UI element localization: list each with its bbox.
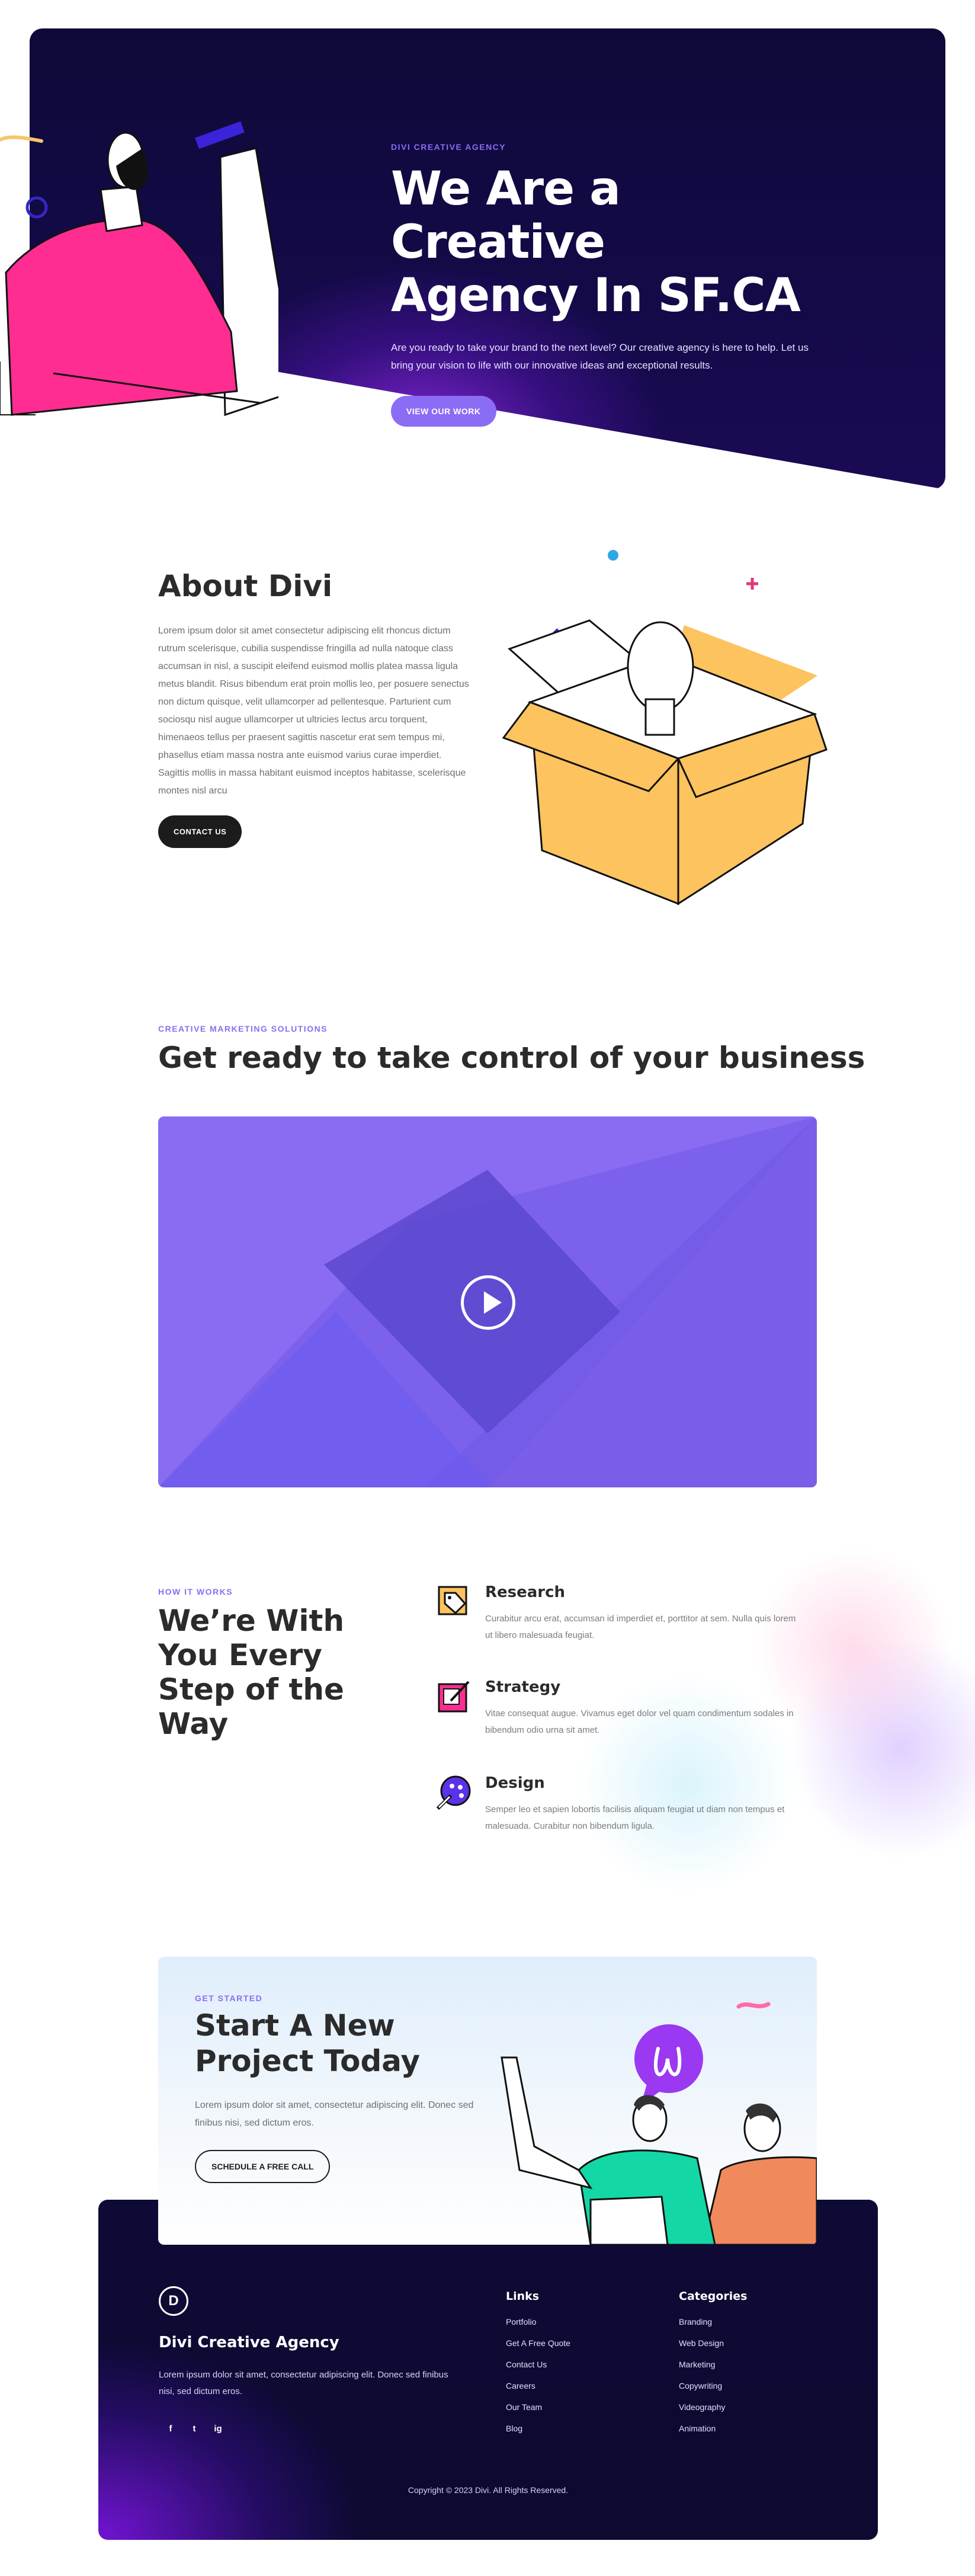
social-links: f t ig xyxy=(159,2417,230,2440)
footer-category-web-design[interactable]: Web Design xyxy=(679,2332,747,2354)
palette-icon xyxy=(436,1775,471,1810)
how-it-works-eyebrow: HOW IT WORKS xyxy=(158,1587,233,1596)
footer-links-title: Links xyxy=(506,2290,540,2303)
footer-category-animation[interactable]: Animation xyxy=(679,2418,747,2439)
hero-content: DIVI CREATIVE AGENCY We Are a Creative A… xyxy=(391,142,841,427)
facebook-icon[interactable]: f xyxy=(159,2417,182,2440)
footer-category-marketing[interactable]: Marketing xyxy=(679,2354,747,2375)
hero-eyebrow: DIVI CREATIVE AGENCY xyxy=(391,142,506,152)
schedule-call-button[interactable]: SCHEDULE A FREE CALL xyxy=(195,2150,331,2183)
cta-title-line1: Start A New xyxy=(195,2008,395,2043)
footer-links-column: Links Portfolio Get A Free Quote Contact… xyxy=(506,2290,570,2439)
footer-description: Lorem ipsum dolor sit amet, consectetur … xyxy=(159,2370,448,2396)
play-button[interactable] xyxy=(461,1275,515,1330)
hero-title-line2: Agency In SF.CA xyxy=(391,269,801,322)
cta-section: GET STARTED Start A New Project Today Lo… xyxy=(158,1957,817,2245)
footer-link-get-a-free-quote[interactable]: Get A Free Quote xyxy=(506,2332,570,2354)
checkbox-icon xyxy=(438,1681,470,1713)
footer-category-videography[interactable]: Videography xyxy=(679,2396,747,2418)
hero-description: Are you ready to take your brand to the … xyxy=(391,342,809,371)
footer-brand-name: Divi Creative Agency xyxy=(159,2334,339,2351)
marketing-eyebrow: CREATIVE MARKETING SOLUTIONS xyxy=(158,1024,328,1033)
hero-illustration xyxy=(0,121,278,417)
step-text: Curabitur arcu erat, accumsan id imperdi… xyxy=(485,1614,796,1640)
footer-link-contact-us[interactable]: Contact Us xyxy=(506,2354,570,2375)
about-section: About Divi Lorem ipsum dolor sit amet co… xyxy=(158,569,472,848)
cta-eyebrow: GET STARTED xyxy=(195,1993,263,2003)
footer-link-portfolio[interactable]: Portfolio xyxy=(506,2311,570,2332)
about-body: Lorem ipsum dolor sit amet consectetur a… xyxy=(158,626,469,796)
step-text: Vitae consequat augue. Vivamus eget dolo… xyxy=(485,1708,794,1735)
step-title: Strategy xyxy=(485,1678,561,1696)
footer-categories-column: Categories Branding Web Design Marketing… xyxy=(679,2290,747,2439)
cta-content: GET STARTED Start A New Project Today Lo… xyxy=(195,1993,503,2183)
footer-category-branding[interactable]: Branding xyxy=(679,2311,747,2332)
cta-description: Lorem ipsum dolor sit amet, consectetur … xyxy=(195,2100,474,2128)
about-title: About Divi xyxy=(158,569,333,603)
step-title: Design xyxy=(485,1774,545,1792)
tag-icon xyxy=(438,1586,467,1615)
footer-categories-title: Categories xyxy=(679,2290,748,2303)
how-it-works-title: We’re With You Every Step of the Way xyxy=(158,1604,345,1741)
contact-us-button[interactable]: CONTACT US xyxy=(158,815,242,848)
team-chat-illustration xyxy=(501,2002,817,2245)
decorative-glow xyxy=(391,1535,975,1944)
hero-title: We Are a Creative Agency In SF.CA xyxy=(391,162,841,322)
cta-title: Start A New Project Today xyxy=(195,2008,503,2079)
copyright: Copyright © 2023 Divi. All Rights Reserv… xyxy=(408,2485,569,2495)
footer-logo[interactable]: D xyxy=(159,2286,188,2316)
footer-category-copywriting[interactable]: Copywriting xyxy=(679,2375,747,2396)
instagram-icon[interactable]: ig xyxy=(206,2417,230,2440)
cta-title-line2: Project Today xyxy=(195,2044,421,2078)
footer-link-our-team[interactable]: Our Team xyxy=(506,2396,570,2418)
view-our-work-button[interactable]: VIEW OUR WORK xyxy=(391,396,496,427)
lightbulb-box-illustration xyxy=(502,550,828,905)
step-title: Research xyxy=(485,1583,566,1601)
footer-link-blog[interactable]: Blog xyxy=(506,2418,570,2439)
marketing-title: Get ready to take control of your busine… xyxy=(158,1041,865,1075)
step-text: Semper leo et sapien lobortis facilisis … xyxy=(485,1804,785,1831)
footer-link-careers[interactable]: Careers xyxy=(506,2375,570,2396)
twitter-icon[interactable]: t xyxy=(182,2417,206,2440)
hero-title-line1: We Are a Creative xyxy=(391,162,621,269)
footer: D Divi Creative Agency Lorem ipsum dolor… xyxy=(98,2200,878,2540)
